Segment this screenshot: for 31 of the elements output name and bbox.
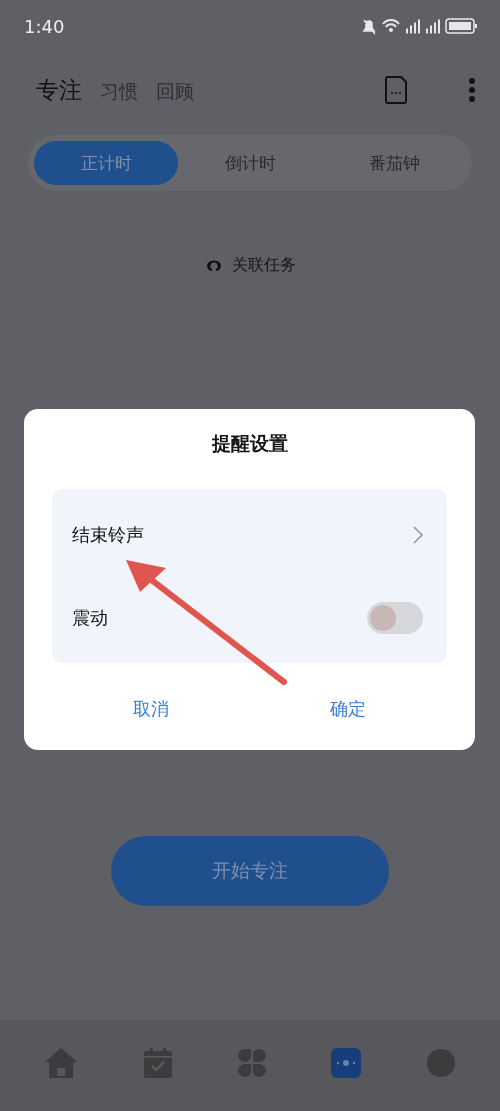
chevron-right-icon[interactable] <box>413 525 423 544</box>
nav-item[interactable] <box>142 1047 173 1079</box>
mode-tab[interactable]: 正计时 <box>34 141 178 185</box>
more-icon[interactable] <box>468 77 476 103</box>
bell-off-icon <box>362 17 377 35</box>
wifi-icon <box>382 18 400 34</box>
signal-icon <box>425 18 440 34</box>
dialog-button[interactable]: 取消 <box>112 691 189 727</box>
calendar-check-icon <box>142 1047 173 1079</box>
mode-tab[interactable]: 番茄钟 <box>322 141 466 185</box>
dialog-title: 提醒设置 <box>210 431 289 456</box>
vibration-toggle[interactable] <box>367 601 423 634</box>
nav-item[interactable] <box>425 1048 456 1078</box>
nav-item[interactable] <box>331 1048 362 1078</box>
setting-label: 震动 <box>72 605 108 630</box>
mode-tab[interactable]: 倒计时 <box>178 141 322 185</box>
home-icon <box>44 1047 79 1079</box>
linked-task-link[interactable]: 关联任务 <box>232 255 296 276</box>
setting-label: 结束铃声 <box>72 522 144 547</box>
signal-icon <box>405 18 420 34</box>
nav-item[interactable] <box>44 1047 79 1079</box>
dialog-button[interactable]: 确定 <box>310 691 387 727</box>
battery-icon <box>445 18 478 34</box>
start-focus-button[interactable]: 开始专注 <box>111 836 389 906</box>
avatar-icon <box>425 1048 456 1078</box>
focus-icon <box>331 1048 362 1078</box>
grid-icon <box>236 1048 267 1078</box>
status-time: 1:40 <box>24 15 65 37</box>
nav-item[interactable] <box>236 1048 267 1078</box>
header-tab[interactable]: 专注 <box>36 74 82 106</box>
document-icon[interactable] <box>384 76 408 104</box>
